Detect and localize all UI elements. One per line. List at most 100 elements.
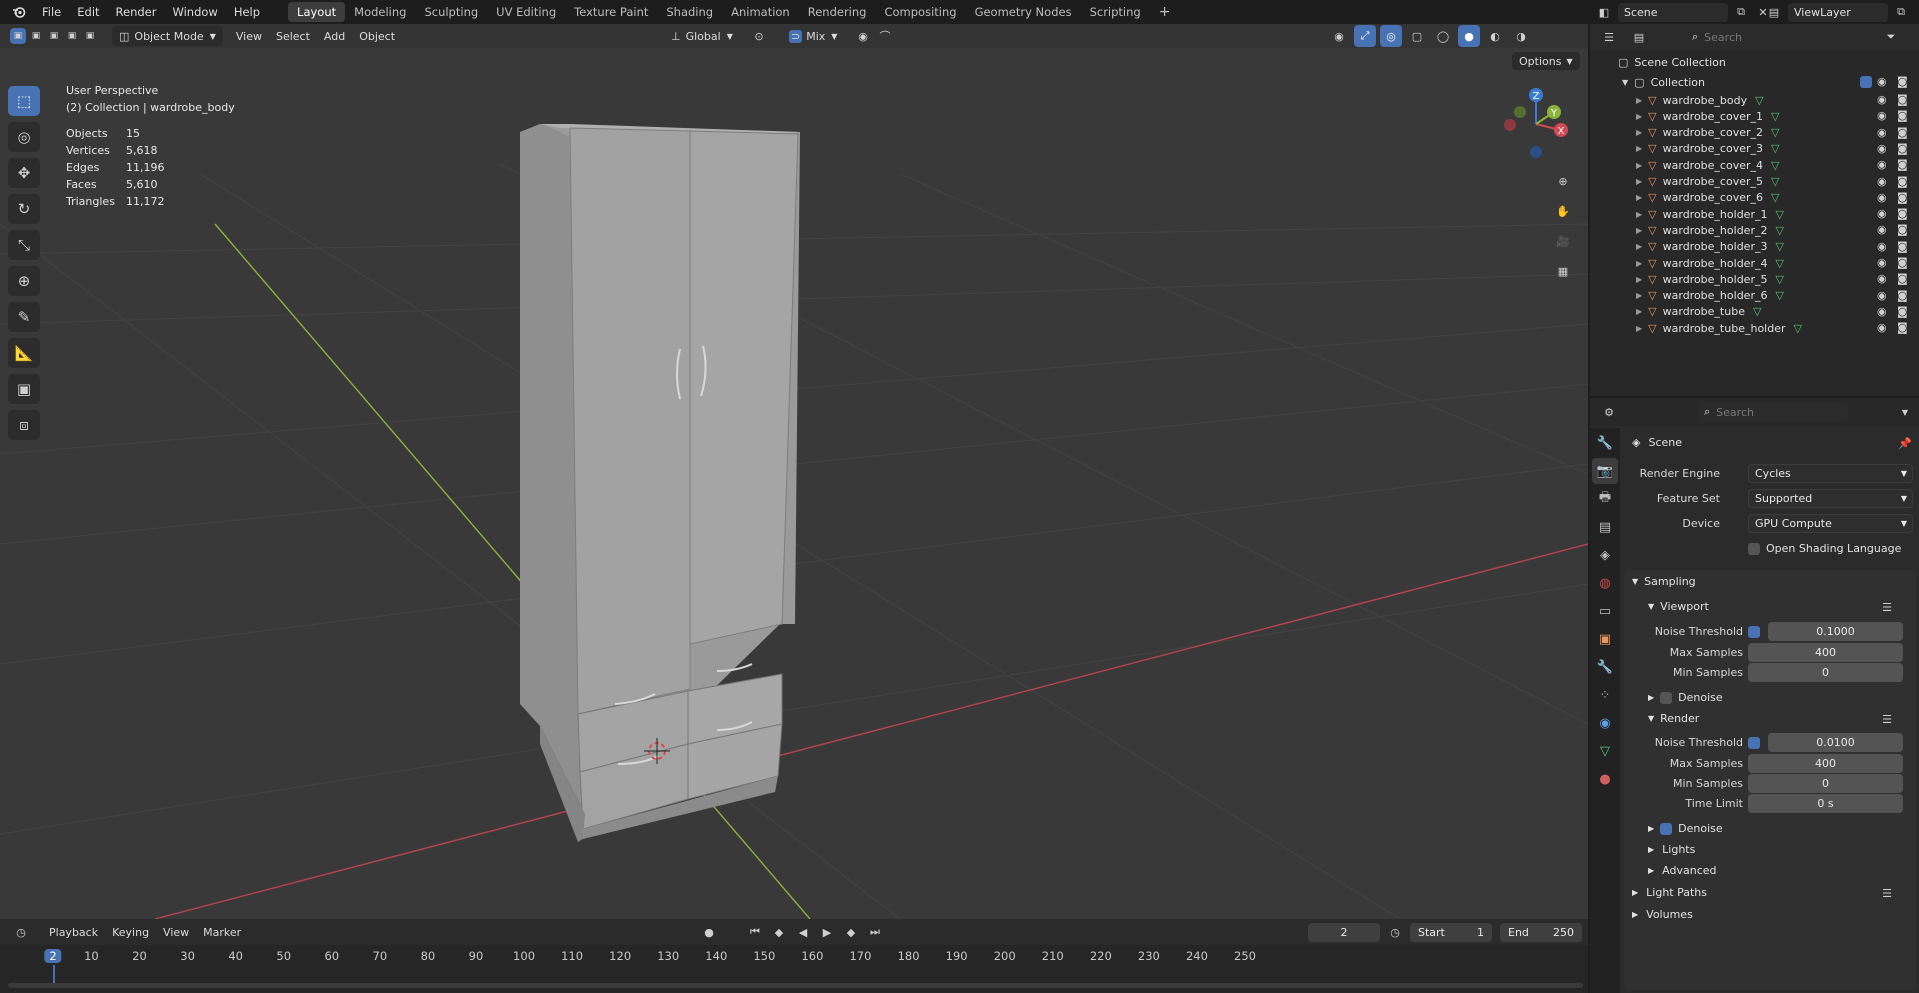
render-camera-icon[interactable]: ◙	[1897, 158, 1908, 171]
chevron-right-icon[interactable]: ▶	[1636, 307, 1642, 316]
menu-timeline-view[interactable]: View	[156, 922, 196, 942]
scene-collection-row[interactable]: ▢ Scene Collection	[1590, 52, 1919, 72]
visibility-eye-icon[interactable]: ◉	[1877, 272, 1887, 285]
extrude-tool-icon[interactable]: ⧈	[8, 410, 40, 440]
outliner-object-row[interactable]: ▶ ▽ wardrobe_cover_6 ▽ ◉ ◙	[1590, 190, 1919, 206]
annotate-tool-icon[interactable]: ✎	[8, 302, 40, 332]
data-tab-icon[interactable]: ▽	[1592, 738, 1618, 764]
mesh-data-icon[interactable]: ▽	[1771, 159, 1779, 172]
editor-type-clock-icon[interactable]: ◷	[10, 921, 32, 943]
collection-row[interactable]: ▼ ▢ Collection ◉ ◙	[1590, 72, 1919, 92]
gizmo-toggle-icon[interactable]: ⤢	[1354, 25, 1376, 47]
visibility-eye-icon[interactable]: ◉	[1877, 142, 1887, 155]
mesh-data-icon[interactable]: ▽	[1775, 289, 1783, 302]
outliner-object-row[interactable]: ▶ ▽ wardrobe_body ▽ ◉ ◙	[1590, 92, 1919, 108]
output-tab-icon[interactable]: 🖶	[1592, 486, 1618, 512]
menu-keying[interactable]: Keying	[105, 922, 156, 942]
render-camera-icon[interactable]: ◙	[1897, 321, 1908, 334]
visibility-eye-icon[interactable]: ◉	[1877, 75, 1887, 88]
vp-denoise-subpanel-header[interactable]: ▶ Denoise	[1648, 691, 1723, 704]
blender-logo-icon[interactable]	[8, 1, 30, 23]
menu-view[interactable]: View	[229, 26, 269, 46]
properties-search-input[interactable]: ⌕ Search	[1698, 403, 1848, 421]
rotate-tool-icon[interactable]: ↻	[8, 194, 40, 224]
chevron-right-icon[interactable]: ▶	[1636, 161, 1642, 170]
chevron-right-icon[interactable]: ▶	[1636, 275, 1642, 284]
select-intersect-icon[interactable]: ▣	[82, 28, 98, 44]
menu-render[interactable]: Render	[108, 0, 165, 24]
osl-checkbox[interactable]	[1748, 542, 1760, 555]
select-invert-icon[interactable]: ▣	[64, 28, 80, 44]
vp-noise-threshold-field[interactable]: 0.1000	[1768, 622, 1903, 641]
mesh-data-icon[interactable]: ▽	[1771, 191, 1779, 204]
render-camera-icon[interactable]: ◙	[1897, 305, 1908, 318]
r-noise-threshold-checkbox[interactable]	[1748, 737, 1760, 749]
mesh-data-icon[interactable]: ▽	[1775, 257, 1783, 270]
menu-select[interactable]: Select	[269, 26, 317, 46]
render-engine-dropdown[interactable]: Cycles ▼	[1748, 464, 1913, 483]
visibility-eye-icon[interactable]: ◉	[1877, 175, 1887, 188]
time-limit-field[interactable]: 0 s	[1748, 794, 1903, 813]
prev-keyframe-icon[interactable]: ◆	[768, 921, 790, 943]
preview-range-clock-icon[interactable]: ◷	[1384, 921, 1406, 943]
pivot-point-icon[interactable]: ⊙	[748, 25, 770, 47]
chevron-right-icon[interactable]: ▶	[1636, 177, 1642, 186]
chevron-right-icon[interactable]: ▶	[1636, 144, 1642, 153]
auto-keying-icon[interactable]: ●	[698, 921, 720, 943]
visibility-eye-icon[interactable]: ◉	[1877, 93, 1887, 106]
outliner-object-row[interactable]: ▶ ▽ wardrobe_holder_6 ▽ ◉ ◙	[1590, 288, 1919, 304]
menu-file[interactable]: File	[34, 0, 69, 24]
lights-subpanel-header[interactable]: ▶ Lights	[1648, 843, 1695, 856]
options-dropdown-icon[interactable]: ▼	[1894, 401, 1916, 423]
add-workspace-button[interactable]: +	[1150, 2, 1180, 22]
vp-noise-threshold-checkbox[interactable]	[1748, 626, 1760, 638]
tab-texture-paint[interactable]: Texture Paint	[565, 2, 657, 22]
outliner-object-row[interactable]: ▶ ▽ wardrobe_cover_4 ▽ ◉ ◙	[1590, 157, 1919, 173]
chevron-right-icon[interactable]: ▶	[1636, 259, 1642, 268]
presets-list-icon[interactable]: ☰	[1876, 708, 1898, 730]
render-camera-icon[interactable]: ◙	[1897, 256, 1908, 269]
next-keyframe-icon[interactable]: ◆	[840, 921, 862, 943]
pan-hand-icon[interactable]: ✋	[1552, 200, 1574, 222]
rendered-shading-icon[interactable]: ◑	[1510, 25, 1532, 47]
transform-tool-icon[interactable]: ⊕	[8, 266, 40, 296]
world-tab-icon[interactable]: ◍	[1592, 570, 1618, 596]
visibility-eye-icon[interactable]: ◉	[1877, 126, 1887, 139]
close-view-layer-icon[interactable]: ✕	[1914, 3, 1919, 21]
vp-min-samples-field[interactable]: 0	[1748, 663, 1903, 682]
advanced-subpanel-header[interactable]: ▶ Advanced	[1648, 864, 1717, 877]
visibility-eye-icon[interactable]: ◉	[1877, 158, 1887, 171]
render-camera-icon[interactable]: ◙	[1897, 223, 1908, 236]
outliner-object-row[interactable]: ▶ ▽ wardrobe_cover_2 ▽ ◉ ◙	[1590, 125, 1919, 141]
visibility-icon[interactable]: ◉	[1328, 25, 1350, 47]
play-reverse-icon[interactable]: ◀	[792, 921, 814, 943]
r-noise-threshold-field[interactable]: 0.0100	[1768, 733, 1903, 752]
start-frame-field[interactable]: Start 1	[1410, 923, 1492, 942]
render-camera-icon[interactable]: ◙	[1897, 75, 1908, 88]
outliner-object-row[interactable]: ▶ ▽ wardrobe_cover_1 ▽ ◉ ◙	[1590, 108, 1919, 124]
solid-shading-icon[interactable]: ●	[1458, 25, 1480, 47]
render-camera-icon[interactable]: ◙	[1897, 142, 1908, 155]
render-camera-icon[interactable]: ◙	[1897, 109, 1908, 122]
collection-tab-icon[interactable]: ▭	[1592, 598, 1618, 624]
menu-marker[interactable]: Marker	[196, 922, 248, 942]
timeline-ruler[interactable]: 2 10 20 30 40 50 60 70 80 90 100 110 120 130 140 150 160…	[0, 949, 1588, 987]
mesh-data-icon[interactable]: ▽	[1775, 224, 1783, 237]
r-min-samples-field[interactable]: 0	[1748, 774, 1903, 793]
viewport-scene[interactable]	[0, 24, 1588, 919]
physics-tab-icon[interactable]: ◉	[1592, 710, 1618, 736]
chevron-right-icon[interactable]: ▶	[1636, 210, 1642, 219]
select-box-mode-icon[interactable]: ▣	[10, 28, 26, 44]
tab-compositing[interactable]: Compositing	[875, 2, 965, 22]
select-subtract-icon[interactable]: ▣	[46, 28, 62, 44]
add-cube-tool-icon[interactable]: ▣	[8, 374, 40, 404]
scene-selector[interactable]: Scene	[1618, 2, 1728, 22]
chevron-right-icon[interactable]: ▶	[1636, 242, 1642, 251]
tab-animation[interactable]: Animation	[722, 2, 799, 22]
mesh-data-icon[interactable]: ▽	[1771, 110, 1779, 123]
object-tab-icon[interactable]: ▣	[1592, 626, 1618, 652]
proportional-edit-icon[interactable]: ◉	[852, 25, 874, 47]
camera-view-icon[interactable]: 🎥	[1552, 230, 1574, 252]
render-subpanel-header[interactable]: ▼ Render	[1648, 712, 1699, 725]
chevron-right-icon[interactable]: ▶	[1636, 96, 1642, 105]
